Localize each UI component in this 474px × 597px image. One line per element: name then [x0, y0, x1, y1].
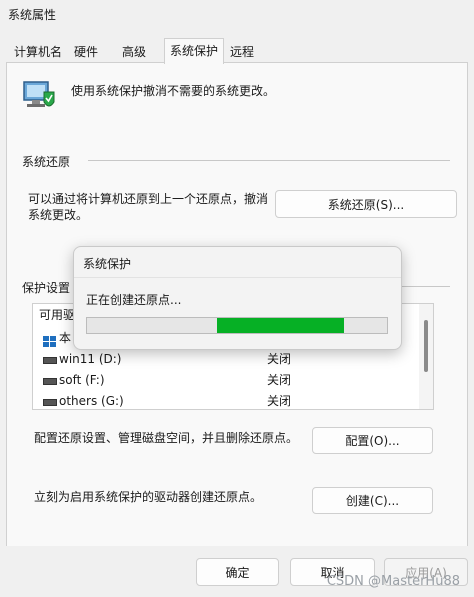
drive-name: 本: [59, 331, 72, 345]
dialog-title: 系统保护: [83, 257, 132, 271]
restore-text-line2: 系统更改。: [28, 208, 89, 222]
restore-separator: [88, 160, 450, 161]
tab-system-protection[interactable]: 系统保护: [164, 38, 225, 64]
tab-hardware[interactable]: 硬件: [69, 42, 103, 62]
ok-button[interactable]: 确定: [196, 558, 279, 586]
create-text: 立刻为启用系统保护的驱动器创建还原点。: [34, 490, 263, 504]
system-protection-progress-dialog: 系统保护 正在创建还原点...: [73, 246, 402, 350]
drive-name: win11 (D:): [59, 352, 122, 366]
watermark-text: CSDN @MasterHu88: [326, 574, 460, 589]
tab-computer-name[interactable]: 计算机名: [9, 42, 67, 62]
progress-fill: [217, 318, 344, 333]
scrollbar-thumb[interactable]: [424, 320, 428, 372]
drive-name: soft (F:): [59, 373, 105, 387]
configure-button[interactable]: 配置(O)...: [312, 427, 433, 454]
dialog-title-divider: [74, 277, 401, 278]
progress-bar: [86, 317, 388, 334]
computer-shield-icon: [22, 78, 56, 112]
configure-text: 配置还原设置、管理磁盘空间，并且删除还原点。: [34, 431, 299, 445]
system-restore-button[interactable]: 系统还原(S)...: [275, 190, 457, 218]
drive-icon: [43, 399, 57, 406]
tab-advanced[interactable]: 高级: [117, 42, 151, 62]
description-text: 使用系统保护撤消不需要的系统更改。: [71, 84, 276, 98]
restore-text-line1: 可以通过将计算机还原到上一个还原点，撤消: [28, 192, 269, 206]
dialog-message: 正在创建还原点...: [86, 293, 182, 307]
drive-status: 关闭: [267, 394, 292, 408]
drive-icon: [43, 357, 57, 364]
drive-status: 关闭: [267, 352, 292, 366]
list-scrollbar[interactable]: [419, 304, 433, 409]
drive-row-g[interactable]: others (G:) 关闭: [39, 391, 423, 409]
create-button[interactable]: 创建(C)...: [312, 487, 433, 514]
restore-heading: 系统还原: [22, 155, 71, 169]
drive-icon: [43, 378, 57, 385]
tab-remote[interactable]: 远程: [225, 42, 259, 62]
drive-name: others (G:): [59, 394, 124, 408]
drive-row-d[interactable]: win11 (D:) 关闭: [39, 349, 423, 370]
window-title: 系统属性: [8, 8, 57, 22]
protection-heading: 保护设置: [22, 281, 71, 295]
drive-status: 关闭: [267, 373, 292, 387]
protection-separator: [400, 286, 450, 287]
drive-row-f[interactable]: soft (F:) 关闭: [39, 370, 423, 391]
